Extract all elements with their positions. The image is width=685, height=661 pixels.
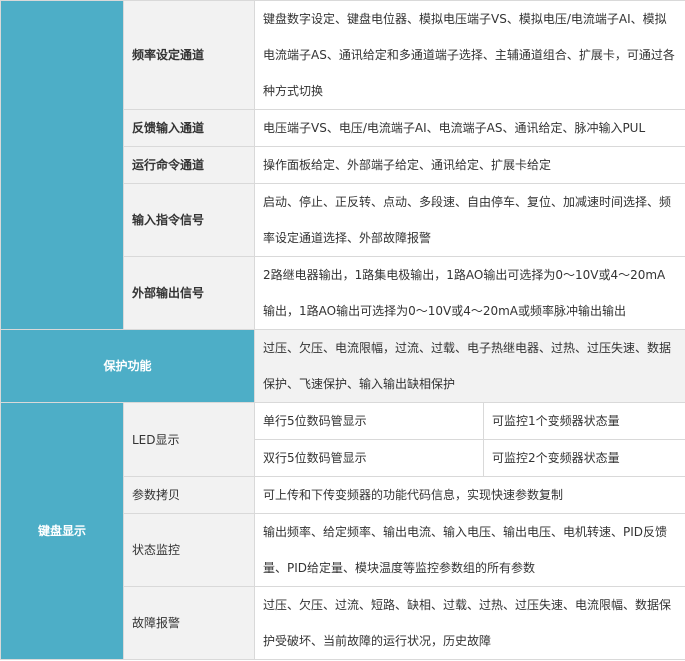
subcategory-label: 频率设定通道 — [123, 0, 255, 110]
spec-table: 频率设定通道 键盘数字设定、键盘电位器、模拟电压端子VS、模拟电压/电流端子AI… — [0, 0, 685, 660]
subcategory-label: 状态监控 — [123, 513, 255, 587]
table-row: 保护功能 过压、欠压、电流限幅，过流、过载、电子热继电器、过热、过压失速、数据保… — [0, 329, 685, 403]
value-cell: 2路继电器输出，1路集电极输出，1路AO输出可选择为0～10V或4～20mA输出… — [253, 256, 685, 330]
subcategory-label: 运行命令通道 — [123, 146, 255, 184]
subcategory-label: 输入指令信号 — [123, 183, 255, 257]
value-cell: 电压端子VS、电压/电流端子AI、电流端子AS、通讯给定、脉冲输入PUL — [253, 109, 685, 147]
subcategory-label: LED显示 — [123, 402, 255, 477]
value-cell: 可监控1个变频器状态量 — [482, 402, 685, 440]
category-cell: 保护功能 — [0, 329, 255, 403]
table-row: 频率设定通道 键盘数字设定、键盘电位器、模拟电压端子VS、模拟电压/电流端子AI… — [0, 0, 685, 330]
value-cell: 键盘数字设定、键盘电位器、模拟电压端子VS、模拟电压/电流端子AI、模拟电流端子… — [253, 0, 685, 110]
table-row: 键盘显示 LED显示 单行5位数码管显示 可监控1个变频器状态量 — [0, 402, 685, 660]
value-cell: 启动、停止、正反转、点动、多段速、自由停车、复位、加减速时间选择、频率设定通道选… — [253, 183, 685, 257]
value-cell: 输出频率、给定频率、输出电流、输入电压、输出电压、电机转速、PID反馈量、PID… — [253, 513, 685, 587]
subcategory-label: 参数拷贝 — [123, 476, 255, 514]
value-cell: 操作面板给定、外部端子给定、通讯给定、扩展卡给定 — [253, 146, 685, 184]
value-cell: 过压、欠压、过流、短路、缺相、过载、过热、过压失速、电流限幅、数据保护受破坏、当… — [253, 586, 685, 660]
value-cell: 可监控2个变频器状态量 — [482, 439, 685, 477]
category-cell: 键盘显示 — [0, 402, 124, 660]
subcategory-label: 外部输出信号 — [123, 256, 255, 330]
subcategory-label: 故障报警 — [123, 586, 255, 660]
category-cell — [0, 0, 124, 330]
value-cell: 过压、欠压、电流限幅，过流、过载、电子热继电器、过热、过压失速、数据保护、飞速保… — [253, 329, 685, 403]
value-cell: 单行5位数码管显示 — [254, 402, 484, 440]
value-cell: 双行5位数码管显示 — [254, 439, 484, 477]
value-cell: 可上传和下传变频器的功能代码信息，实现快速参数复制 — [253, 476, 685, 514]
subcategory-label: 反馈输入通道 — [123, 109, 255, 147]
